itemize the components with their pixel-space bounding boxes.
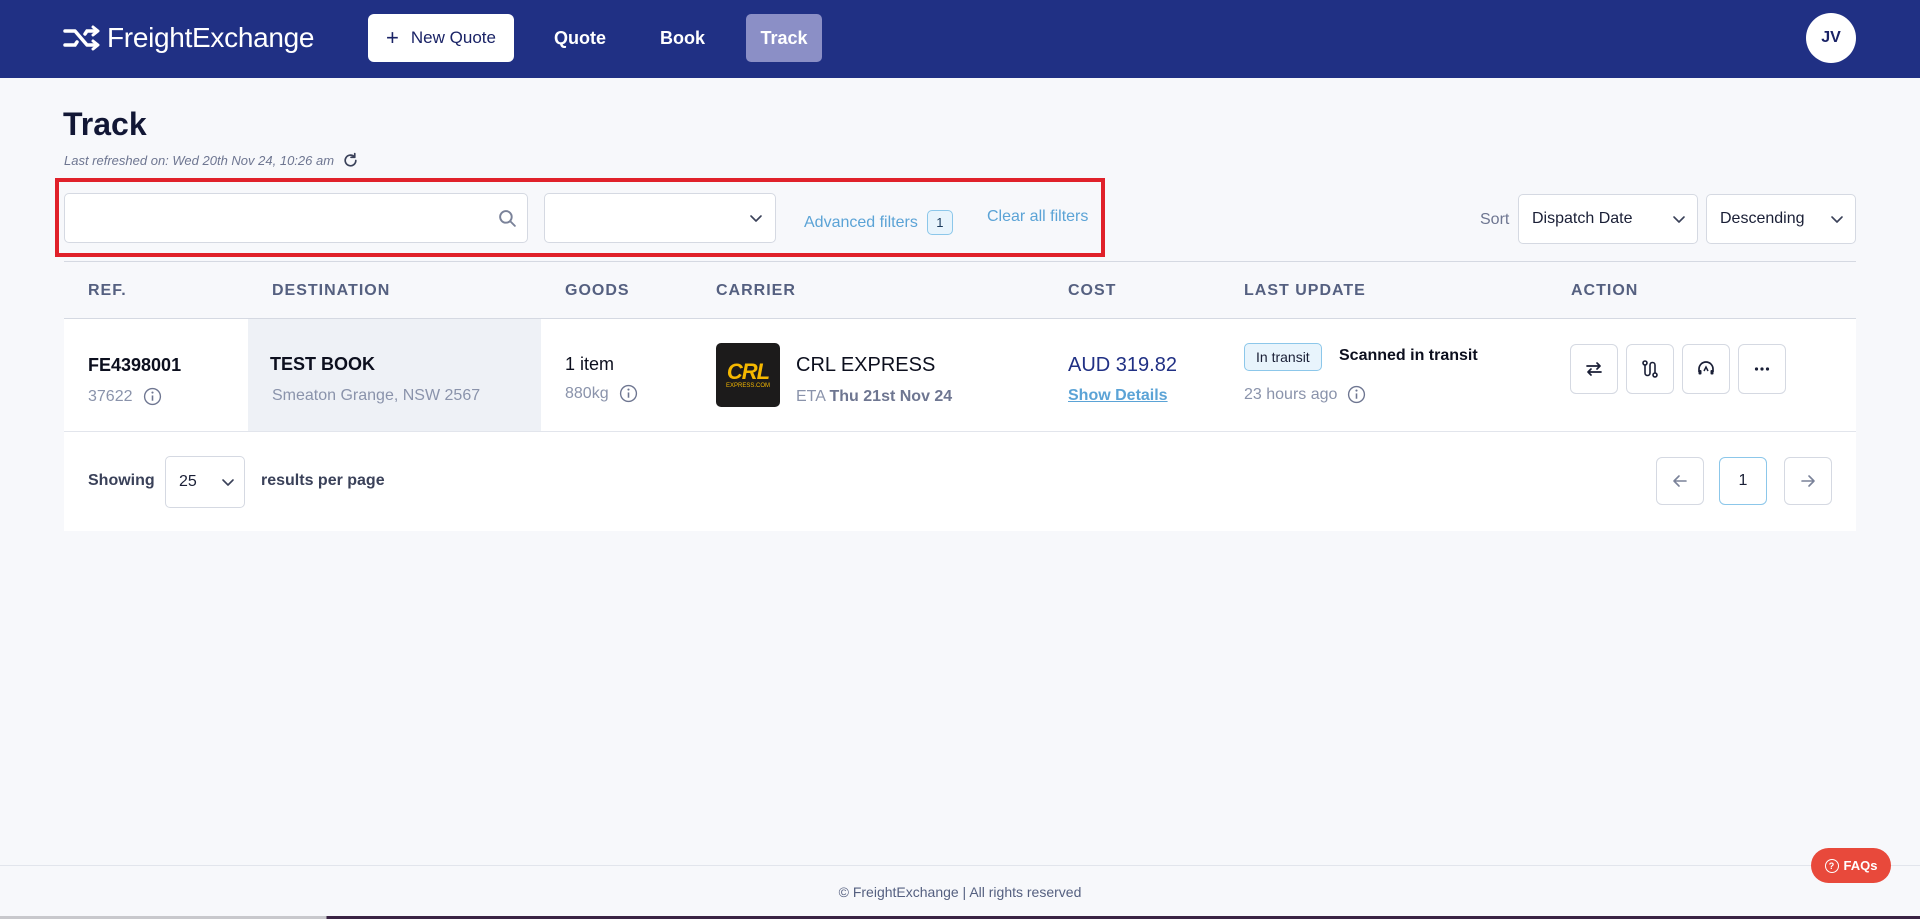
last-update-value: 23 hours ago	[1244, 385, 1338, 403]
sort-field-value: Dispatch Date	[1532, 210, 1633, 227]
headset-icon	[1698, 361, 1714, 375]
shipment-ref-sub: 37622	[88, 387, 162, 406]
more-icon	[1754, 367, 1770, 371]
status-badge: In transit	[1244, 343, 1322, 371]
sort-field-select[interactable]: Dispatch Date	[1518, 194, 1698, 244]
sort-order-value: Descending	[1720, 210, 1805, 227]
swap-button[interactable]	[1570, 344, 1618, 394]
clear-filters-link[interactable]: Clear all filters	[987, 208, 1088, 226]
user-avatar[interactable]: JV	[1806, 13, 1856, 63]
ref-sub-value: 37622	[88, 387, 133, 405]
route-icon	[1642, 360, 1658, 378]
cost-value: AUD 319.82	[1068, 354, 1177, 376]
carrier-logo: CRL EXPRESS.COM	[716, 343, 780, 407]
column-last-update[interactable]: LAST UPDATE	[1244, 282, 1366, 300]
column-carrier[interactable]: CARRIER	[716, 282, 796, 300]
search-input[interactable]	[65, 194, 465, 242]
arrow-right-icon	[1801, 475, 1815, 487]
faq-label: FAQs	[1843, 858, 1878, 873]
last-refreshed-text: Last refreshed on: Wed 20th Nov 24, 10:2…	[64, 153, 335, 168]
faq-button[interactable]: ? FAQs	[1811, 848, 1891, 883]
chevron-down-icon	[1672, 212, 1686, 231]
destination-address: Smeaton Grange, NSW 2567	[272, 387, 481, 404]
per-page-label: results per page	[261, 472, 385, 489]
carrier-logo-sub: EXPRESS.COM	[725, 383, 770, 389]
arrow-left-icon	[1673, 475, 1687, 487]
nav-book[interactable]: Book	[650, 14, 715, 62]
brand-name: FreightExchange	[107, 22, 315, 53]
table-row[interactable]: FE4398001 37622 TEST BOOK Smeaton Grange…	[64, 319, 1856, 432]
info-icon[interactable]	[619, 384, 638, 403]
destination-cell	[248, 319, 541, 431]
info-icon[interactable]	[1347, 385, 1366, 404]
swap-icon	[1586, 362, 1602, 376]
pagination-bar: Showing 25 results per page 1	[64, 432, 1856, 531]
more-actions-button[interactable]	[1738, 344, 1786, 394]
search-box	[64, 193, 528, 243]
prev-page-button[interactable]	[1656, 457, 1704, 505]
page-title: Track	[63, 106, 147, 142]
column-cost[interactable]: COST	[1068, 282, 1116, 300]
column-goods[interactable]: GOODS	[565, 282, 630, 300]
goods-weight-value: 880kg	[565, 384, 609, 402]
support-button[interactable]	[1682, 344, 1730, 394]
plus-icon: +	[386, 25, 399, 50]
advanced-filters-link[interactable]: Advanced filters 1	[804, 210, 953, 235]
carrier-eta: ETA Thu 21st Nov 24	[796, 388, 952, 406]
sort-label: Sort	[1480, 211, 1510, 228]
footer-copyright: © FreightExchange | All rights reserved	[838, 884, 1082, 900]
per-page-value: 25	[179, 473, 197, 490]
page-button-current[interactable]: 1	[1719, 457, 1767, 505]
carrier-logo-text: CRL	[726, 359, 770, 384]
last-update-time: 23 hours ago	[1244, 385, 1366, 404]
info-icon[interactable]	[143, 387, 162, 406]
advanced-filters-label: Advanced filters	[804, 213, 918, 231]
column-ref[interactable]: REF.	[88, 282, 127, 300]
sort-order-select[interactable]: Descending	[1706, 194, 1856, 244]
brand-logo[interactable]: FreightExchange	[63, 22, 314, 54]
refresh-icon[interactable]	[342, 152, 359, 169]
show-details-link[interactable]: Show Details	[1068, 387, 1168, 405]
question-icon: ?	[1824, 858, 1839, 873]
shipment-ref: FE4398001	[88, 355, 182, 375]
column-destination[interactable]: DESTINATION	[272, 282, 390, 300]
chevron-down-icon	[749, 211, 763, 230]
new-quote-button[interactable]: + New Quote	[368, 14, 514, 62]
nav-quote[interactable]: Quote	[545, 14, 615, 62]
per-page-select[interactable]: 25	[165, 456, 245, 508]
shuffle-icon	[63, 25, 100, 51]
table-header: REF. DESTINATION GOODS CARRIER COST LAST…	[64, 261, 1856, 319]
search-icon[interactable]	[498, 209, 517, 233]
footer: © FreightExchange | All rights reserved	[0, 865, 1920, 919]
column-action: ACTION	[1571, 282, 1639, 299]
advanced-filters-count: 1	[926, 210, 953, 235]
goods-count: 1 item	[565, 354, 615, 374]
last-refreshed: Last refreshed on: Wed 20th Nov 24, 10:2…	[64, 152, 359, 169]
chevron-down-icon	[1830, 212, 1844, 231]
carrier-name: CRL EXPRESS	[796, 354, 936, 376]
eta-label: ETA	[796, 388, 826, 405]
shipments-table: REF. DESTINATION GOODS CARRIER COST LAST…	[64, 261, 1856, 531]
route-button[interactable]	[1626, 344, 1674, 394]
status-text: Scanned in transit	[1339, 347, 1478, 364]
top-navbar: FreightExchange + New Quote Quote Book T…	[0, 0, 1920, 78]
status-filter-select[interactable]	[544, 193, 776, 243]
chevron-down-icon	[221, 475, 235, 494]
eta-value: Thu 21st Nov 24	[829, 388, 953, 405]
new-quote-label: New Quote	[410, 28, 496, 47]
destination-name: TEST BOOK	[270, 354, 376, 374]
nav-track[interactable]: Track	[746, 14, 822, 62]
goods-weight: 880kg	[565, 384, 638, 403]
showing-label: Showing	[88, 472, 155, 489]
next-page-button[interactable]	[1784, 457, 1832, 505]
